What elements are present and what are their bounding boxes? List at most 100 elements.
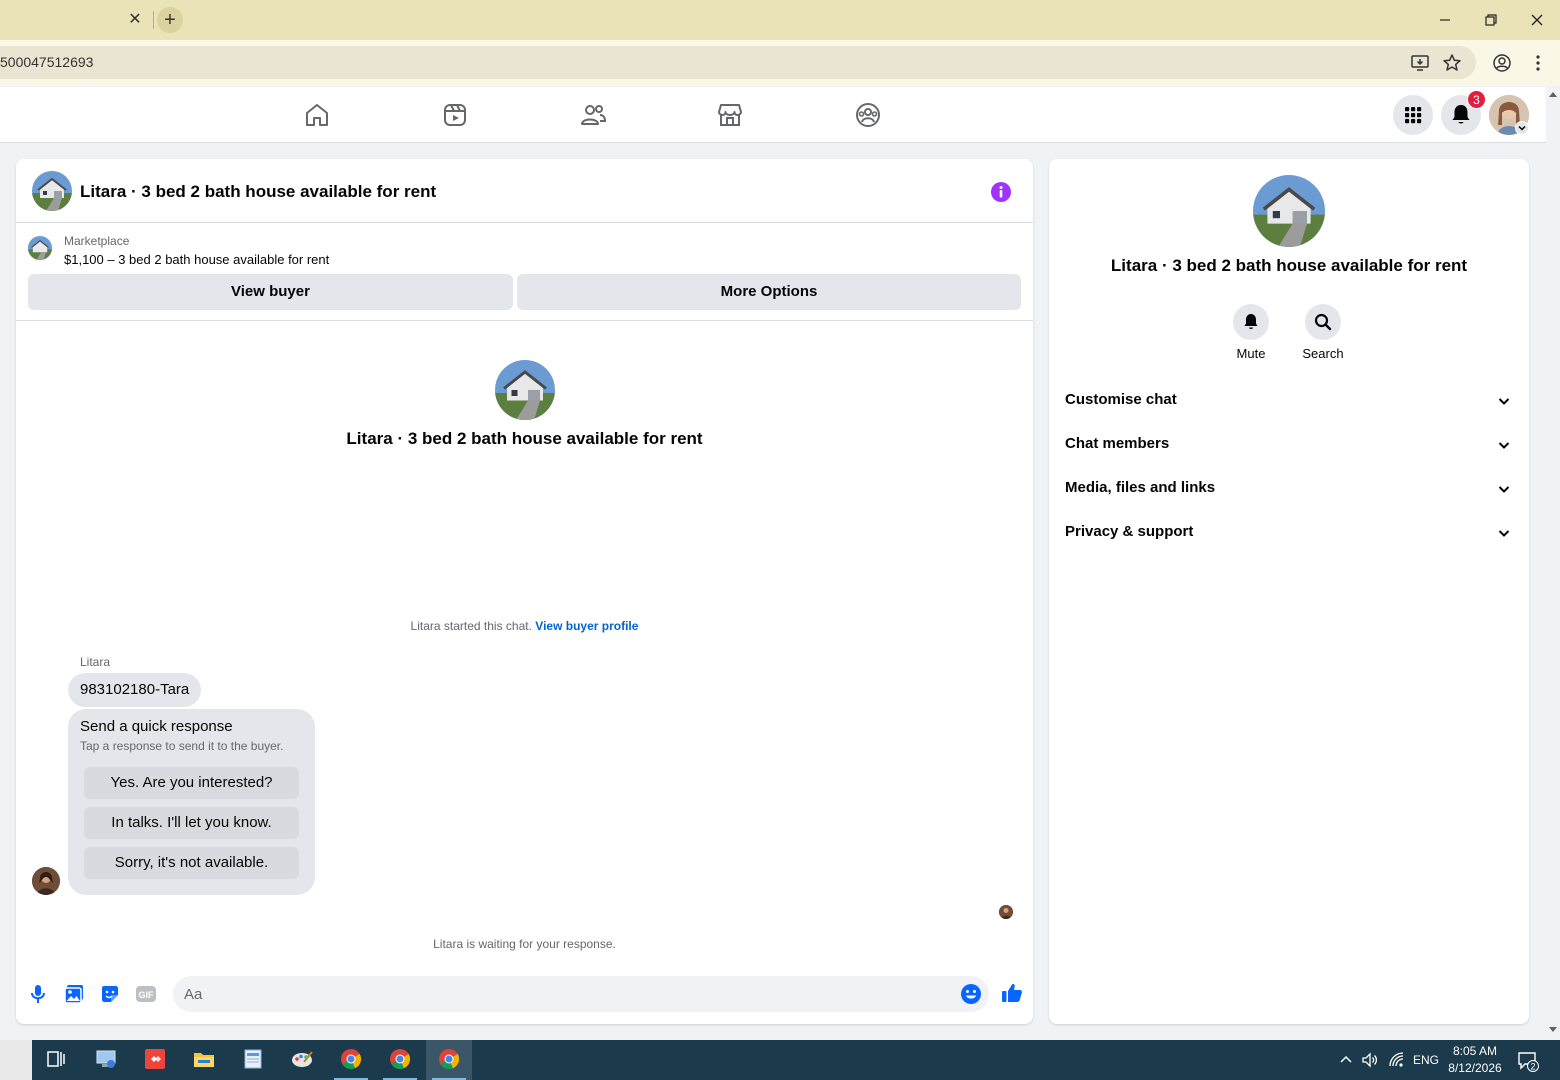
folder-icon xyxy=(194,1053,214,1067)
taskbar-edge xyxy=(0,1040,32,1080)
scroll-down-arrow-icon[interactable] xyxy=(1549,1027,1557,1032)
emoji-icon[interactable] xyxy=(960,983,982,1005)
message-composer[interactable] xyxy=(173,976,989,1012)
conversation-title: Litara · 3 bed 2 bath house available fo… xyxy=(346,429,703,448)
view-buyer-button[interactable]: View buyer xyxy=(28,274,513,310)
taskbar-app-chrome-2[interactable] xyxy=(377,1040,423,1080)
input-language[interactable]: ENG xyxy=(1413,1040,1439,1080)
search-button[interactable]: Search xyxy=(1287,304,1359,361)
groups-icon[interactable] xyxy=(854,101,882,129)
marketplace-label: Marketplace xyxy=(64,234,130,248)
network-icon[interactable] xyxy=(1388,1051,1406,1069)
listing-avatar[interactable] xyxy=(32,171,72,211)
system-clock[interactable]: 8:05 AM 8/12/2026 xyxy=(1440,1043,1510,1077)
chevron-down-icon xyxy=(1495,480,1513,498)
tray-expand-icon[interactable] xyxy=(1338,1052,1354,1068)
chat-started-notice: Litara started this chat. View buyer pro… xyxy=(16,619,1033,633)
chat-title: Litara · 3 bed 2 bath house available fo… xyxy=(80,182,437,201)
notification-badge: 3 xyxy=(1467,90,1486,109)
more-options-button[interactable]: More Options xyxy=(517,274,1021,310)
photo-icon[interactable] xyxy=(63,983,85,1005)
media-files-links-row[interactable]: Media, files and links xyxy=(1049,466,1529,510)
minimize-icon[interactable] xyxy=(1433,8,1457,32)
task-view-icon xyxy=(47,1051,65,1067)
address-bar-area: 500047512693 xyxy=(0,40,1560,86)
notepad-icon xyxy=(244,1049,262,1069)
notification-count: 2 xyxy=(1530,1062,1535,1072)
volume-icon[interactable] xyxy=(1361,1051,1379,1069)
chevron-down-icon xyxy=(1495,524,1513,542)
chevron-down-icon xyxy=(1495,392,1513,410)
sender-avatar[interactable] xyxy=(32,867,60,895)
quick-response-option[interactable]: In talks. I'll let you know. xyxy=(84,807,299,839)
chevron-down-icon xyxy=(1495,436,1513,454)
site-header xyxy=(0,87,1546,143)
waiting-notice: Litara is waiting for your response. xyxy=(433,937,616,951)
paint-icon xyxy=(292,1051,313,1067)
bookmark-star-icon[interactable] xyxy=(1442,53,1462,73)
chat-info-panel: Litara · 3 bed 2 bath house available fo… xyxy=(1049,159,1529,1024)
taskbar-app-anydesk[interactable] xyxy=(132,1040,178,1080)
scroll-up-arrow-icon[interactable] xyxy=(1549,92,1557,97)
clock-time: 8:05 AM xyxy=(1452,1044,1498,1058)
quick-response-title: Send a quick response xyxy=(80,718,233,735)
section-label: Privacy & support xyxy=(1065,523,1194,540)
menu-grid-button[interactable] xyxy=(1393,95,1433,135)
gif-label: GIF xyxy=(139,990,155,1000)
chrome-icon xyxy=(341,1049,362,1070)
browser-menu-icon[interactable] xyxy=(1528,53,1548,73)
chrome-icon xyxy=(390,1049,411,1070)
account-chevron-icon[interactable] xyxy=(1515,121,1529,135)
quick-response-option[interactable]: Yes. Are you interested? xyxy=(84,767,299,799)
profile-icon[interactable] xyxy=(1492,53,1512,73)
marketplace-icon[interactable] xyxy=(716,101,744,129)
info-avatar xyxy=(1253,175,1325,247)
section-label: Customise chat xyxy=(1065,391,1177,408)
message-bubble[interactable]: 983102180-Tara xyxy=(68,673,202,707)
mute-button[interactable]: Mute xyxy=(1215,304,1287,361)
quick-response-card: Send a quick response Tap a response to … xyxy=(68,709,315,895)
task-view-button[interactable] xyxy=(33,1040,79,1080)
quick-response-subtitle: Tap a response to send it to the buyer. xyxy=(80,739,284,753)
taskbar-app-notepad[interactable] xyxy=(230,1040,276,1080)
listing-description[interactable]: $1,100 – 3 bed 2 bath house available fo… xyxy=(64,252,329,267)
tab-separator xyxy=(153,11,154,29)
taskbar-app-file-explorer[interactable] xyxy=(181,1040,227,1080)
video-icon[interactable] xyxy=(441,101,469,129)
tab-close-icon[interactable]: ✕ xyxy=(126,10,144,30)
thumbs-up-icon[interactable] xyxy=(1000,981,1024,1005)
taskbar: ENG 8:05 AM 8/12/2026 2 xyxy=(0,1040,1560,1080)
view-buyer-profile-link[interactable]: View buyer profile xyxy=(535,619,638,633)
marketplace-thumbnail[interactable] xyxy=(28,236,52,260)
taskbar-app-computer[interactable] xyxy=(83,1040,129,1080)
url-text[interactable]: 500047512693 xyxy=(0,54,93,70)
sender-name: Litara xyxy=(80,655,111,669)
action-center-icon[interactable]: 2 xyxy=(1517,1050,1539,1072)
sticker-icon[interactable] xyxy=(99,983,121,1005)
browser-tab[interactable]: ✕ xyxy=(0,0,150,40)
taskbar-app-chrome-3[interactable] xyxy=(426,1040,472,1080)
info-title: Litara · 3 bed 2 bath house available fo… xyxy=(1110,256,1468,275)
close-window-icon[interactable] xyxy=(1525,8,1549,32)
microphone-icon[interactable] xyxy=(27,983,49,1005)
page-scrollbar[interactable] xyxy=(1546,87,1560,1040)
home-icon[interactable] xyxy=(303,101,331,129)
taskbar-app-chrome-1[interactable] xyxy=(328,1040,374,1080)
friends-icon[interactable] xyxy=(579,101,607,129)
quick-response-option[interactable]: Sorry, it's not available. xyxy=(84,847,299,879)
taskbar-app-paint[interactable] xyxy=(279,1040,325,1080)
omnibox[interactable]: 500047512693 xyxy=(0,46,1476,79)
customise-chat-row[interactable]: Customise chat xyxy=(1049,378,1529,422)
chat-members-row[interactable]: Chat members xyxy=(1049,422,1529,466)
mute-label: Mute xyxy=(1236,346,1266,361)
new-tab-button[interactable]: + xyxy=(157,7,183,33)
section-label: Media, files and links xyxy=(1065,479,1216,496)
gif-icon[interactable]: GIF xyxy=(135,983,157,1005)
started-text: Litara started this chat. xyxy=(410,619,532,633)
restore-icon[interactable] xyxy=(1479,8,1503,32)
install-app-icon[interactable] xyxy=(1410,53,1430,73)
info-icon[interactable] xyxy=(990,181,1012,203)
message-input[interactable] xyxy=(173,976,943,1012)
privacy-support-row[interactable]: Privacy & support xyxy=(1049,510,1529,554)
clock-date: 8/12/2026 xyxy=(1448,1061,1502,1075)
